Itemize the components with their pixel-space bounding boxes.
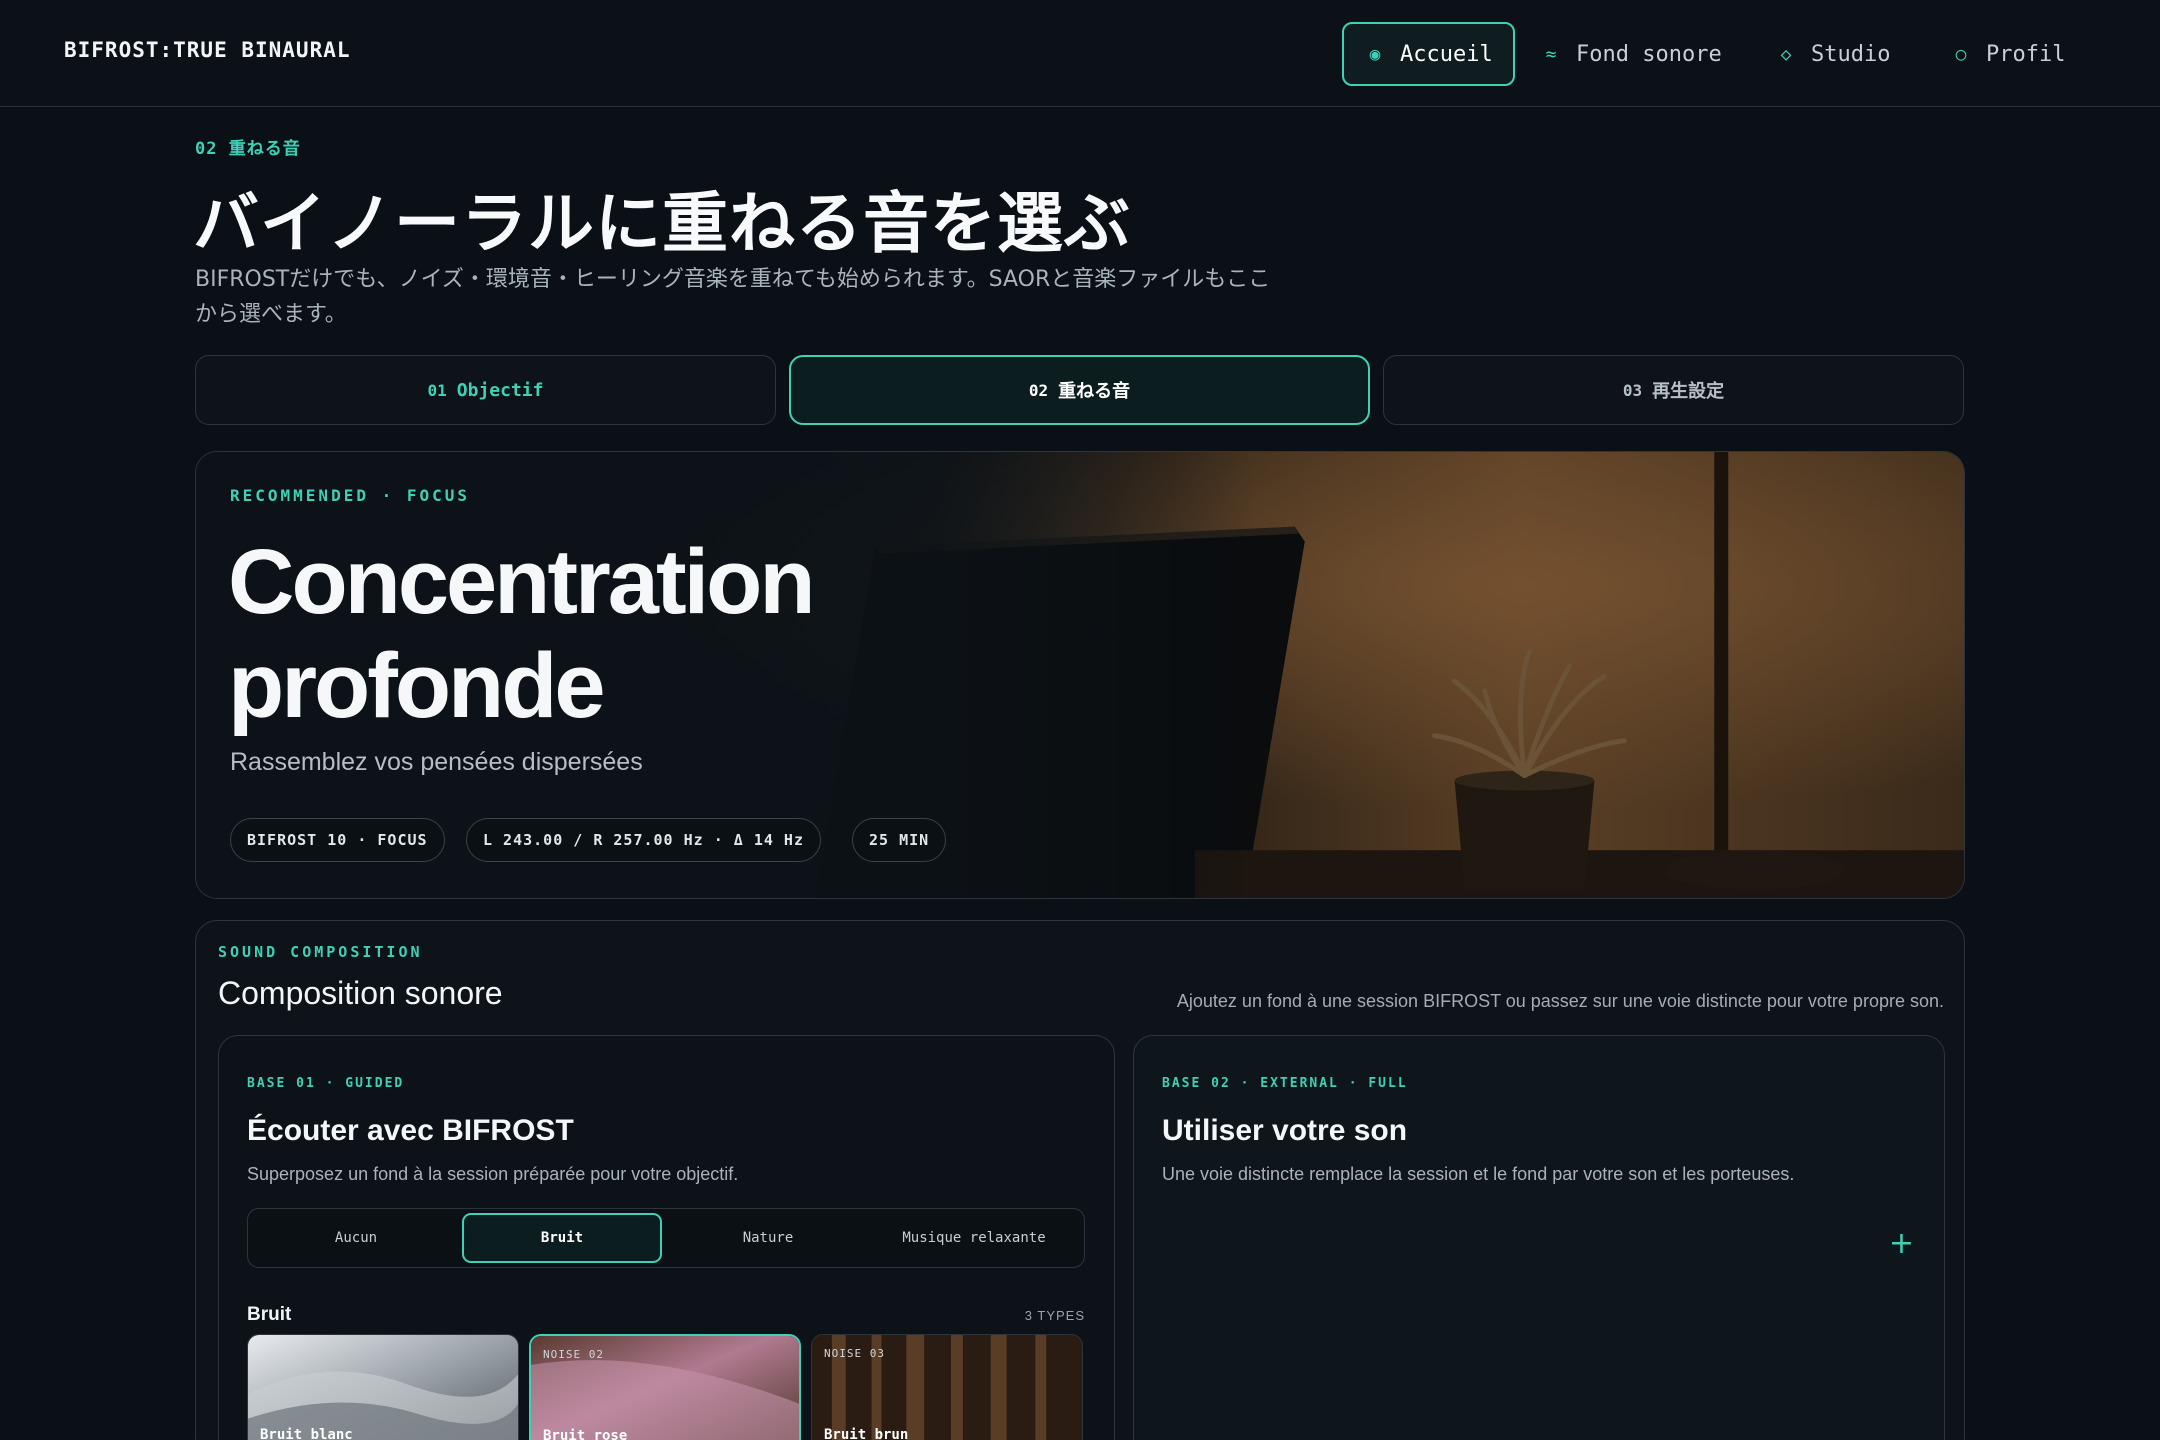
composition-title: Composition sonore <box>218 975 503 1011</box>
option-relaxing-music[interactable]: Musique relaxante <box>874 1213 1074 1263</box>
section-eyebrow: 02 重ねる音 <box>195 139 301 159</box>
step-tab-playback-settings[interactable]: 03 再生設定 <box>1383 355 1964 425</box>
tile-code: NOISE 02 <box>543 1348 604 1361</box>
nav-fond-sonore-label: Fond sonore <box>1576 41 1722 67</box>
nav-studio-label: Studio <box>1811 41 1891 67</box>
diamond-icon: ◇ <box>1780 43 1792 65</box>
tile-code: NOISE 03 <box>824 1347 885 1360</box>
chip-duration: 25 MIN <box>852 818 947 862</box>
nav-profil[interactable]: ○ Profil <box>1950 22 2066 86</box>
noise-group-header: Bruit 3 TYPES <box>247 1304 1085 1326</box>
step-tab-objectif[interactable]: 01 Objectif <box>195 355 776 425</box>
brand-logo[interactable]: BIFROST:TRUE BINAURAL <box>64 38 351 62</box>
nav-accueil[interactable]: ◉ Accueil <box>1342 22 1515 86</box>
step-label: 再生設定 <box>1652 381 1725 402</box>
page-description: BIFROSTだけでも、ノイズ・環境音・ヒーリング音楽を重ねても始められます。S… <box>195 267 1271 327</box>
tile-white-noise[interactable]: Bruit blanc <box>247 1334 519 1440</box>
circle-icon: ○ <box>1955 43 1967 65</box>
nav-studio[interactable]: ◇ Studio <box>1775 22 1891 86</box>
white-noise-image <box>248 1335 518 1440</box>
wave-icon: ≈ <box>1545 43 1557 65</box>
tile-pink-noise[interactable]: NOISE 02 Bruit rose <box>529 1334 801 1440</box>
add-icon[interactable]: + <box>1889 1226 1914 1261</box>
top-bar: BIFROST:TRUE BINAURAL ◉ Accueil ≈ Fond s… <box>0 0 2160 107</box>
option-none[interactable]: Aucun <box>256 1213 456 1263</box>
step-tabs: 01 Objectif 02 重ねる音 03 再生設定 <box>195 355 1965 425</box>
dot-icon: ◉ <box>1369 43 1381 65</box>
external-base-card[interactable]: BASE 02 · EXTERNAL · FULL Utiliser votre… <box>1133 1035 1945 1440</box>
recommended-session-card[interactable]: RECOMMENDED · FOCUS Concentration profon… <box>195 451 1965 899</box>
option-nature[interactable]: Nature <box>668 1213 868 1263</box>
nav-accueil-label: Accueil <box>1400 41 1493 67</box>
step-tab-layer-sound[interactable]: 02 重ねる音 <box>789 355 1370 425</box>
background-type-selector: Aucun Bruit Nature Musique relaxante <box>247 1208 1085 1268</box>
option-noise[interactable]: Bruit <box>462 1213 662 1263</box>
nav-fond-sonore[interactable]: ≈ Fond sonore <box>1540 22 1722 86</box>
step-number: 02 <box>1028 380 1049 400</box>
tile-name: Bruit brun <box>824 1427 909 1440</box>
page-title: バイノーラルに重ねる音を選ぶ <box>193 185 1131 262</box>
tile-brown-noise[interactable]: NOISE 03 Bruit brun <box>811 1334 1083 1440</box>
sound-composition-panel: SOUND COMPOSITION Composition sonore Ajo… <box>195 920 1965 1440</box>
composition-eyebrow: SOUND COMPOSITION <box>218 943 423 961</box>
external-title: Utiliser votre son <box>1162 1114 1408 1147</box>
hero-title: Concentration profonde <box>228 531 816 737</box>
composition-description: Ajoutez un fond à une session BIFROST ou… <box>1176 991 1944 1011</box>
guided-base-card[interactable]: BASE 01 · GUIDED Écouter avec BIFROST Su… <box>218 1035 1115 1440</box>
chip-program: BIFROST 10 · FOCUS <box>230 818 445 862</box>
tile-name: Bruit blanc <box>260 1427 353 1440</box>
guided-description: Superposez un fond à la session préparée… <box>247 1164 739 1184</box>
guided-eyebrow: BASE 01 · GUIDED <box>247 1076 405 1091</box>
group-count: 3 TYPES <box>1024 1307 1085 1323</box>
guided-title: Écouter avec BIFROST <box>247 1114 574 1147</box>
step-label: Objectif <box>456 379 544 401</box>
step-number: 03 <box>1622 380 1643 400</box>
nav-profil-label: Profil <box>1986 41 2066 67</box>
group-label: Bruit <box>247 1304 292 1325</box>
external-description: Une voie distincte remplace la session e… <box>1162 1164 1795 1184</box>
chip-frequencies: L 243.00 / R 257.00 Hz · Δ 14 Hz <box>466 818 821 862</box>
hero-subtitle: Rassemblez vos pensées dispersées <box>230 748 643 776</box>
noise-tiles: Bruit blanc NOISE 02 Bruit rose NOISE 03… <box>247 1334 1085 1440</box>
tile-name: Bruit rose <box>543 1428 628 1440</box>
external-eyebrow: BASE 02 · EXTERNAL · FULL <box>1162 1076 1408 1091</box>
step-number: 01 <box>427 380 447 400</box>
step-label: 重ねる音 <box>1058 381 1131 402</box>
hero-eyebrow: RECOMMENDED · FOCUS <box>230 486 471 505</box>
